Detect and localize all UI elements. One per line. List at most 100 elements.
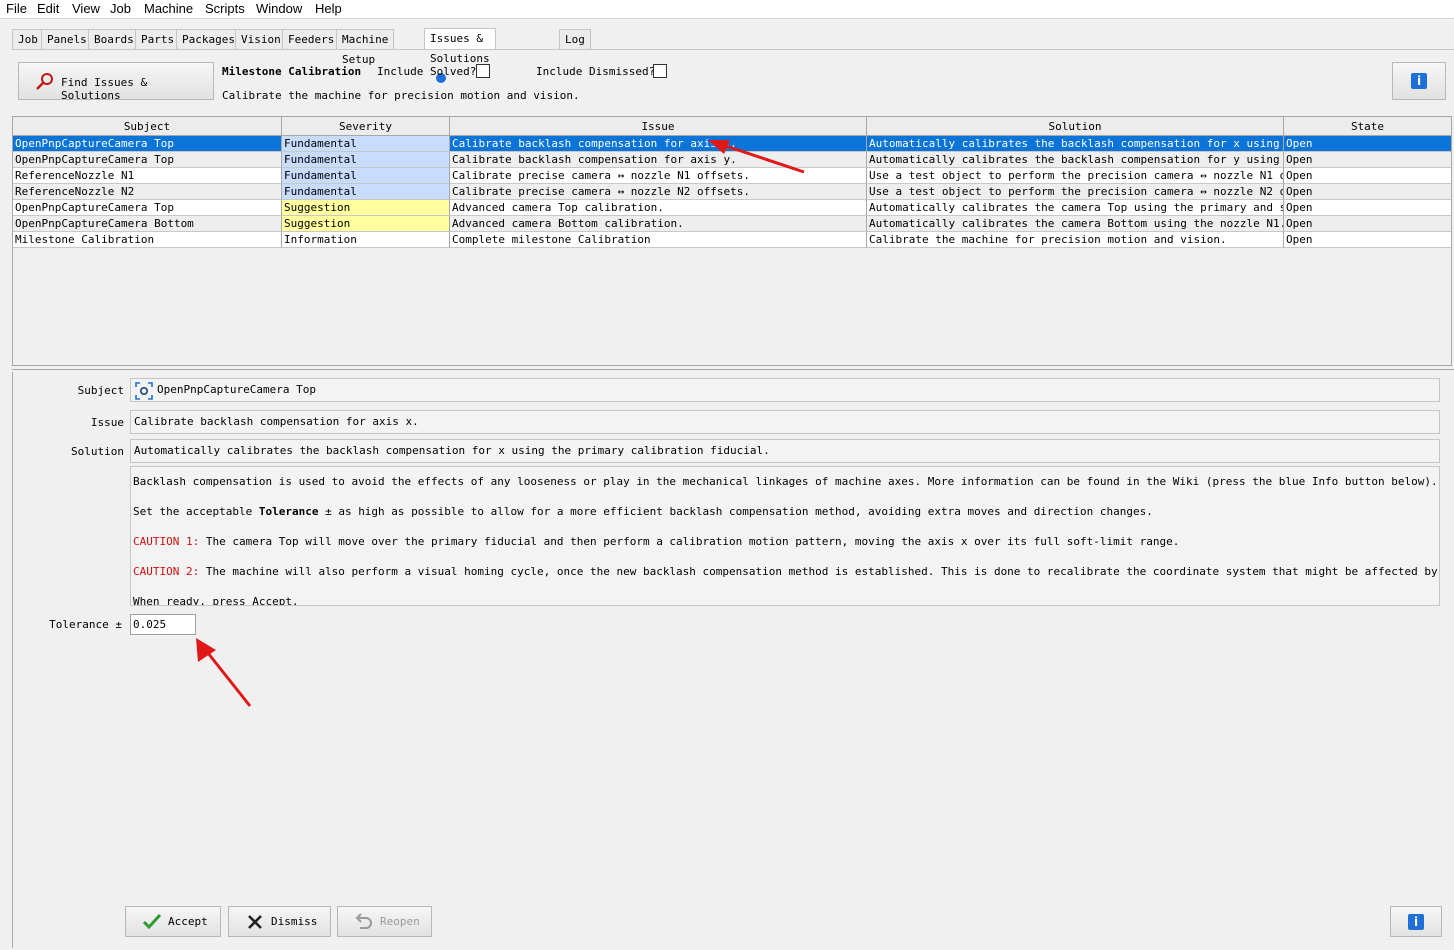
tolerance-label: Tolerance ± (49, 618, 122, 631)
tab-label: Log (565, 33, 585, 46)
close-icon (248, 915, 262, 929)
include-solved-label: Include Solved? (377, 65, 477, 78)
cell-severity: Suggestion (282, 200, 450, 216)
column-header-severity[interactable]: Severity (282, 117, 450, 136)
column-header-solution[interactable]: Solution (867, 117, 1284, 136)
cell-solution: Use a test object to perform the precisi… (867, 184, 1284, 200)
info-icon: i (1411, 73, 1427, 89)
caution-1-tag: CAUTION 1: (133, 535, 200, 548)
menu-edit[interactable]: Edit (37, 1, 59, 16)
accept-label: Accept (168, 915, 208, 928)
cell-solution: Calibrate the machine for precision moti… (867, 232, 1284, 248)
table-row[interactable]: Milestone Calibration Information Complete… (13, 232, 1451, 248)
info-icon: i (1408, 914, 1424, 930)
tab-feeders[interactable]: Feeders (282, 29, 341, 49)
menu-scripts[interactable]: Scripts (205, 1, 245, 16)
cell-state: Open (1284, 168, 1451, 184)
cell-issue: Advanced camera Top calibration. (450, 200, 867, 216)
reopen-label: Reopen (380, 915, 420, 928)
tab-label: Feeders (288, 33, 335, 46)
info-button-bottom[interactable]: i (1390, 906, 1442, 937)
reopen-button[interactable]: Reopen (337, 906, 432, 937)
column-header-issue[interactable]: Issue (450, 117, 867, 136)
checkmark-icon (142, 913, 162, 930)
dismiss-button[interactable]: Dismiss (228, 906, 331, 937)
cell-severity: Fundamental (282, 168, 450, 184)
tab-vision[interactable]: Vision (235, 29, 287, 49)
cell-severity: Information (282, 232, 450, 248)
subject-value: OpenPnpCaptureCamera Top (157, 383, 316, 396)
cell-subject: OpenPnpCaptureCamera Top (13, 200, 282, 216)
cell-subject: OpenPnpCaptureCamera Bottom (13, 216, 282, 232)
cell-state: Open (1284, 200, 1451, 216)
dismiss-label: Dismiss (271, 915, 318, 928)
caution-2-text: The machine will also perform a visual h… (199, 565, 1440, 578)
tab-label: Vision (241, 33, 281, 46)
cell-issue: Complete milestone Calibration (450, 232, 867, 248)
cell-severity: Suggestion (282, 216, 450, 232)
solution-field: Automatically calibrates the backlash co… (130, 439, 1440, 463)
issue-field: Calibrate backlash compensation for axis… (130, 410, 1440, 434)
tab-packages[interactable]: Packages (176, 29, 241, 49)
include-dismissed-checkbox[interactable] (653, 64, 667, 78)
menu-file[interactable]: File (6, 1, 27, 16)
tab-divider (12, 49, 1454, 50)
menu-help[interactable]: Help (315, 1, 342, 16)
table-row[interactable]: ReferenceNozzle N2 Fundamental Calibrate p… (13, 184, 1451, 200)
table-row[interactable]: OpenPnpCaptureCamera Bottom Suggestion Adv… (13, 216, 1451, 232)
include-solved-checkbox[interactable] (476, 64, 490, 78)
cell-issue: Advanced camera Bottom calibration. (450, 216, 867, 232)
cell-state: Open (1284, 216, 1451, 232)
tab-issues-solutions[interactable]: Issues & Solutions (424, 28, 496, 83)
cell-issue: Calibrate precise camera ↔ nozzle N2 off… (450, 184, 867, 200)
find-issues-label: Find Issues & Solutions (61, 76, 148, 102)
cell-subject: OpenPnpCaptureCamera Top (13, 136, 282, 152)
solution-instructions: Backlash compensation is used to avoid t… (130, 466, 1440, 606)
cell-subject: Milestone Calibration (13, 232, 282, 248)
caution-1-text: The camera Top will move over the primar… (199, 535, 1180, 548)
tab-machine-setup[interactable]: Machine Setup (336, 29, 395, 66)
column-header-state[interactable]: State (1284, 117, 1451, 136)
instructions-paragraph: Backlash compensation is used to avoid t… (133, 475, 1438, 488)
menu-window[interactable]: Window (256, 1, 302, 16)
solution-label: Solution (71, 445, 124, 458)
cell-solution: Use a test object to perform the precisi… (867, 168, 1284, 184)
subject-field: OpenPnpCaptureCamera Top (130, 378, 1440, 402)
menu-bar: File Edit View Job Machine Scripts Windo… (0, 0, 1454, 19)
tab-boards[interactable]: Boards (88, 29, 140, 49)
tab-job[interactable]: Job (12, 29, 44, 49)
camera-icon (135, 382, 153, 400)
cell-solution: Automatically calibrates the camera Bott… (867, 216, 1284, 232)
menu-machine[interactable]: Machine (144, 1, 193, 16)
cell-state: Open (1284, 152, 1451, 168)
tab-panels[interactable]: Panels (41, 29, 93, 49)
table-row[interactable]: OpenPnpCaptureCamera Top Suggestion Advanc… (13, 200, 1451, 216)
info-button-top[interactable]: i (1392, 62, 1446, 100)
menu-view[interactable]: View (72, 1, 100, 16)
text-span: ± as high as possible to allow for a mor… (318, 505, 1153, 518)
tab-parts[interactable]: Parts (135, 29, 181, 49)
column-header-subject[interactable]: Subject (13, 117, 282, 136)
tolerance-input[interactable]: 0.025 (130, 614, 196, 635)
subject-label: Subject (77, 384, 124, 397)
cell-state: Open (1284, 184, 1451, 200)
cell-subject: OpenPnpCaptureCamera Top (13, 152, 282, 168)
tab-label: Packages (182, 33, 235, 46)
cell-solution: Automatically calibrates the backlash co… (867, 136, 1284, 152)
table-header: Subject Severity Issue Solution State (13, 117, 1451, 136)
include-dismissed-label: Include Dismissed? (536, 65, 656, 78)
menu-job[interactable]: Job (110, 1, 131, 16)
split-divider[interactable] (12, 369, 1454, 370)
accept-button[interactable]: Accept (125, 906, 221, 937)
cell-solution: Automatically calibrates the backlash co… (867, 152, 1284, 168)
issue-label: Issue (90, 416, 124, 429)
cell-severity: Fundamental (282, 136, 450, 152)
tolerance-bold: Tolerance (258, 505, 319, 518)
caution-1-paragraph: CAUTION 1: The camera Top will move over… (133, 535, 1179, 548)
cell-state: Open (1284, 232, 1451, 248)
instructions-tolerance-paragraph: Set the acceptable Tolerance ± as high a… (133, 505, 1153, 518)
tab-log[interactable]: Log (559, 29, 591, 49)
find-issues-button[interactable]: Find Issues & Solutions (18, 62, 214, 102)
milestone-description: Calibrate the machine for precision moti… (222, 89, 580, 102)
cell-severity: Fundamental (282, 152, 450, 168)
